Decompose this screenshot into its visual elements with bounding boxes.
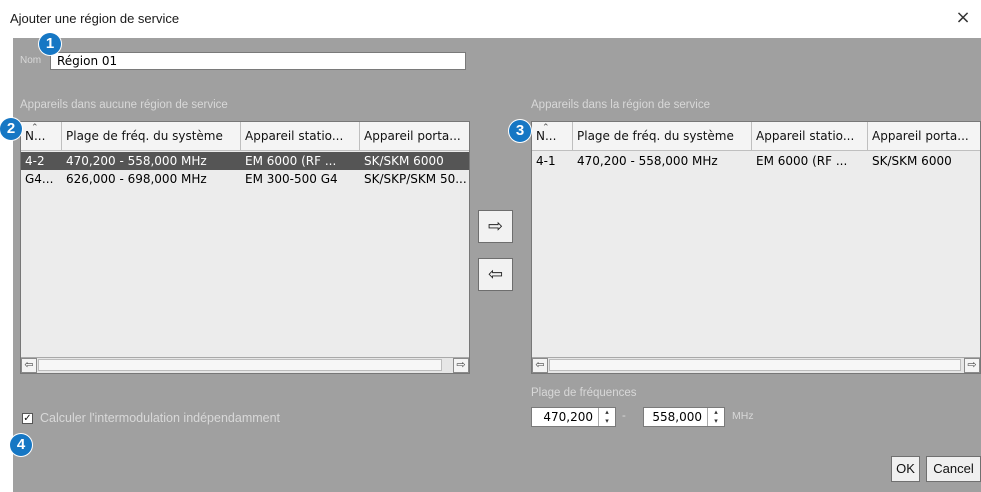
left-table-header: ⌃ N... Plage de fréq. du système Apparei… [21,122,469,151]
cell-number: 4-2 [25,154,45,168]
frequency-unit: MHz [732,410,754,422]
dialog-body: Nom Région 01 Appareils dans aucune régi… [13,38,981,492]
add-to-region-button[interactable]: ⇨ [478,210,513,243]
left-device-table[interactable]: ⌃ N... Plage de fréq. du système Apparei… [20,121,470,374]
callout-badge: 3 [509,120,531,142]
title-bar: Ajouter une région de service × [0,0,981,38]
cell-range: 470,200 - 558,000 MHz [577,154,718,168]
callout-badge: 2 [0,118,22,140]
scroll-right-icon[interactable]: ⇨ [453,358,469,373]
callout-badge: 1 [39,33,61,55]
column-portable-header[interactable]: Appareil porta... [868,122,980,150]
frequency-max-value: 558,000 [652,410,702,424]
table-row[interactable]: 4-1 470,200 - 558,000 MHz EM 6000 (RF ..… [532,152,980,170]
frequency-min-value: 470,200 [543,410,593,424]
column-stationary-header[interactable]: Appareil statio... [752,122,868,150]
right-table-header: ⌃ N... Plage de fréq. du système Apparei… [532,122,980,151]
cell-stationary: EM 6000 (RF ... [245,154,337,168]
name-input[interactable]: Région 01 [50,52,466,70]
right-device-table[interactable]: ⌃ N... Plage de fréq. du système Apparei… [531,121,981,374]
spinner-arrows[interactable]: ▴ ▾ [598,408,615,426]
frequency-separator: - [622,410,626,422]
spin-down-icon[interactable]: ▾ [708,417,724,426]
right-table-caption: Appareils dans la région de service [531,99,710,111]
name-label: Nom [20,55,42,66]
ok-button[interactable]: OK [891,456,920,482]
spin-up-icon[interactable]: ▴ [599,408,615,417]
scroll-left-icon[interactable]: ⇦ [532,358,548,373]
spin-down-icon[interactable]: ▾ [599,417,615,426]
spinner-arrows[interactable]: ▴ ▾ [707,408,724,426]
scroll-thumb[interactable] [549,359,961,371]
frequency-max-spinner[interactable]: 558,000 ▴ ▾ [643,407,725,427]
scroll-left-icon[interactable]: ⇦ [21,358,37,373]
column-portable-header[interactable]: Appareil porta... [360,122,469,150]
column-range-header[interactable]: Plage de fréq. du système [573,122,752,150]
left-horizontal-scrollbar[interactable]: ⇦ ⇨ [21,357,469,373]
cell-portable: SK/SKM 6000 [872,154,952,168]
cell-stationary: EM 6000 (RF ... [756,154,848,168]
close-icon[interactable]: × [953,8,973,28]
spin-up-icon[interactable]: ▴ [708,408,724,417]
cell-portable: SK/SKM 6000 [364,154,444,168]
cell-number: G4... [25,172,54,186]
scroll-thumb[interactable] [38,359,442,371]
column-number-header[interactable]: ⌃ N... [532,122,573,150]
column-range-header[interactable]: Plage de fréq. du système [62,122,241,150]
scroll-right-icon[interactable]: ⇨ [964,358,980,373]
cell-portable: SK/SKP/SKM 50... [364,172,467,186]
cell-stationary: EM 300-500 G4 [245,172,338,186]
sort-up-icon: ⌃ [542,123,550,133]
left-table-caption: Appareils dans aucune région de service [20,99,228,111]
frequency-min-spinner[interactable]: 470,200 ▴ ▾ [531,407,616,427]
table-row[interactable]: 4-2 470,200 - 558,000 MHz EM 6000 (RF ..… [21,152,469,170]
frequency-range-label: Plage de fréquences [531,387,637,399]
right-horizontal-scrollbar[interactable]: ⇦ ⇨ [532,357,980,373]
intermod-checkbox[interactable]: ✓ [22,413,33,424]
intermod-label: Calculer l'intermodulation indépendammen… [40,411,281,425]
dialog-title: Ajouter une région de service [10,11,180,26]
table-row[interactable]: G4... 626,000 - 698,000 MHz EM 300-500 G… [21,170,469,188]
column-number-header[interactable]: ⌃ N... [21,122,62,150]
column-stationary-header[interactable]: Appareil statio... [241,122,360,150]
cancel-button[interactable]: Cancel [926,456,981,482]
remove-from-region-button[interactable]: ⇦ [478,258,513,291]
cell-range: 626,000 - 698,000 MHz [66,172,207,186]
sort-up-icon: ⌃ [31,123,39,133]
cell-number: 4-1 [536,154,556,168]
cell-range: 470,200 - 558,000 MHz [66,154,207,168]
callout-badge: 4 [10,434,32,456]
